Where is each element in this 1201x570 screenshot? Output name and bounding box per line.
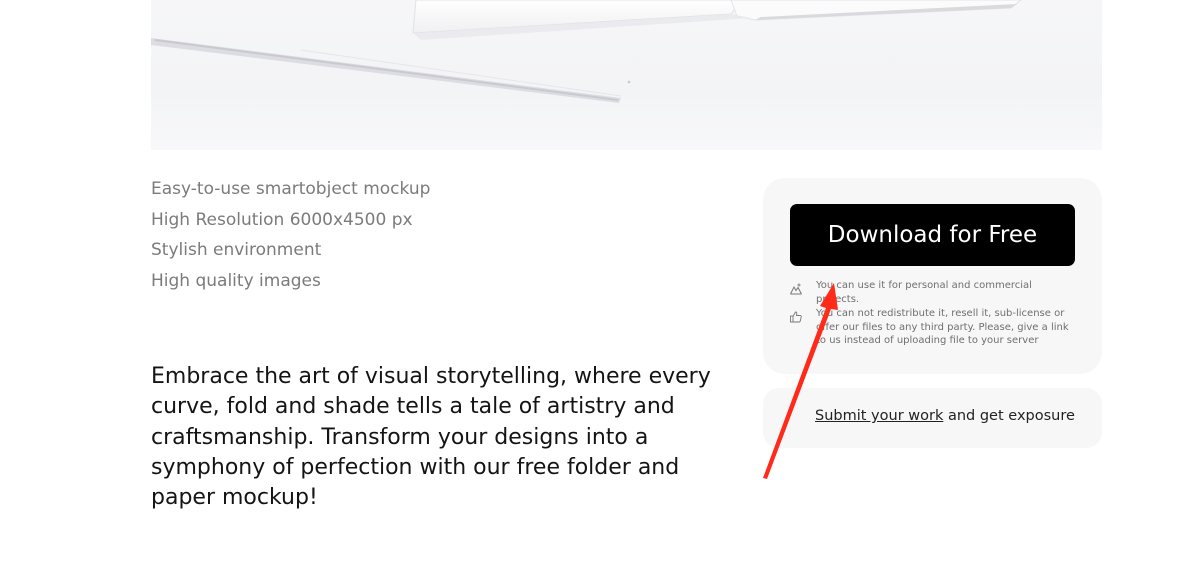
mockup-preview-image: [151, 0, 1102, 150]
download-button[interactable]: Download for Free: [790, 204, 1075, 266]
mountain-icon: [790, 280, 802, 295]
license-text: You can not redistribute it, resell it, …: [816, 308, 1069, 346]
feature-item: Easy-to-use smartobject mockup: [151, 179, 431, 199]
thumbs-up-icon: [790, 308, 802, 323]
submit-work-text: Submit your work and get exposure: [815, 408, 1075, 424]
download-card: Download for Free You can use it for per…: [763, 178, 1102, 374]
feature-item: High quality images: [151, 270, 321, 291]
license-text: You can use it for personal and commerci…: [816, 280, 1032, 305]
product-description: Embrace the art of visual storytelling, …: [151, 364, 711, 511]
submit-rest-text: and get exposure: [943, 408, 1075, 424]
submit-work-link[interactable]: Submit your work: [815, 408, 943, 424]
feature-list: Easy-to-use smartobject mockup High Reso…: [151, 176, 430, 298]
feature-item: High Resolution 6000x4500 px: [151, 209, 413, 230]
feature-item: Stylish environment: [151, 240, 322, 260]
submit-work-card: Submit your work and get exposure: [763, 388, 1102, 448]
